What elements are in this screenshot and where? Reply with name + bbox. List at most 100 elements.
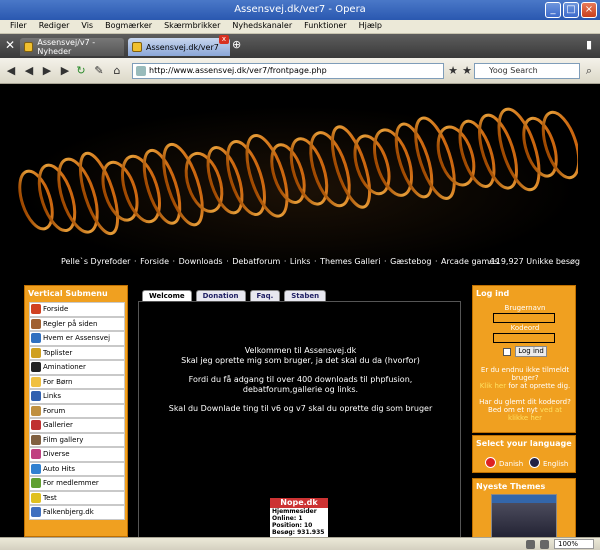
- danish-link[interactable]: Danish: [499, 460, 523, 468]
- binoculars-icon[interactable]: ⌕: [582, 64, 596, 78]
- submenu-item[interactable]: For medlemmer: [29, 476, 125, 491]
- submenu-item-label: Gallerier: [43, 421, 73, 430]
- language-title: Select your language: [476, 439, 572, 448]
- rating-star-icon[interactable]: ★: [460, 64, 474, 78]
- reload-icon[interactable]: ↻: [74, 64, 88, 78]
- tab-faq[interactable]: Faq.: [249, 290, 281, 301]
- submenu-item-label: Toplister: [43, 348, 73, 357]
- menu-nyhedskanaler[interactable]: Nyhedskanaler: [226, 20, 298, 33]
- submenu-item[interactable]: Aminationer: [29, 360, 125, 375]
- nope-counter-widget[interactable]: Nope.dk Hjemmesider Online: 1 Position: …: [269, 497, 329, 537]
- welcome-text: Velkommen til Assensvej.dk Skal jeg opre…: [139, 346, 462, 423]
- nav-links[interactable]: Links: [289, 257, 312, 266]
- tab-welcome[interactable]: Welcome: [142, 290, 192, 301]
- language-panel: Select your language Danish English: [472, 435, 576, 473]
- network-icon[interactable]: [526, 540, 535, 549]
- new-tab-icon[interactable]: ⊕: [232, 38, 241, 51]
- submenu-item[interactable]: Auto Hits: [29, 461, 125, 476]
- remember-checkbox[interactable]: [503, 348, 511, 356]
- address-toolbar: ◀ ◀ ▶ ▶ ↻ ✎ ⌂ http://www.assensvej.dk/ve…: [0, 58, 600, 84]
- theme-thumbnail[interactable]: [491, 494, 557, 537]
- submenu-item-icon: [31, 507, 41, 518]
- submenu-item-icon: [31, 347, 41, 358]
- nav-forside[interactable]: Forside: [139, 257, 170, 266]
- welcome-heading: Velkommen til Assensvej.dk: [244, 346, 357, 355]
- content-tabs: Welcome Donation Faq. Staben: [142, 290, 327, 301]
- image-toggle-icon[interactable]: [540, 540, 549, 549]
- submenu-item[interactable]: Regler på siden: [29, 316, 125, 331]
- submenu-item[interactable]: For Børn: [29, 374, 125, 389]
- username-label: Brugernavn: [504, 304, 546, 312]
- search-placeholder: Yoog Search: [489, 66, 538, 75]
- menu-vis[interactable]: Vis: [75, 20, 99, 33]
- menu-funktioner[interactable]: Funktioner: [298, 20, 352, 33]
- submenu-item[interactable]: Gallerier: [29, 418, 125, 433]
- status-bar: 100%: [0, 537, 600, 550]
- site-banner: [18, 105, 578, 260]
- submenu-item[interactable]: Hvem er Assensvej: [29, 331, 125, 346]
- tab-donation[interactable]: Donation: [195, 290, 246, 301]
- english-flag-icon[interactable]: [529, 457, 540, 468]
- tab-nyheder[interactable]: Assensvej/v7 - Nyheder: [20, 38, 124, 56]
- danish-flag-icon[interactable]: [485, 457, 496, 468]
- nav-gaestebog[interactable]: Gæstebog: [389, 257, 432, 266]
- submenu-item-label: Links: [43, 392, 61, 401]
- wand-icon[interactable]: ✎: [92, 64, 106, 78]
- password-input[interactable]: [493, 333, 555, 343]
- counter-visits: Besøg: 931.935: [272, 529, 325, 536]
- submenu-item[interactable]: Falkenbjerg.dk: [29, 505, 125, 520]
- submenu-item-icon: [31, 376, 41, 387]
- tab-label: Assensvej.dk/ver7: [146, 42, 219, 52]
- fast-forward-icon[interactable]: ▶: [58, 64, 72, 78]
- bookmark-star-icon[interactable]: ★: [446, 64, 460, 78]
- submenu-item[interactable]: Diverse: [29, 447, 125, 462]
- minimize-button[interactable]: _: [545, 2, 561, 18]
- english-link[interactable]: English: [543, 460, 568, 468]
- tab-staben[interactable]: Staben: [284, 290, 327, 301]
- nav-dyrefoder[interactable]: Pelle`s Dyrefoder: [60, 257, 131, 266]
- submenu-item-label: For Børn: [43, 377, 73, 386]
- submenu-item-label: Falkenbjerg.dk: [43, 508, 94, 517]
- username-input[interactable]: [493, 313, 555, 323]
- back-icon[interactable]: ◀: [4, 64, 18, 78]
- menu-rediger[interactable]: Rediger: [33, 20, 76, 33]
- page-viewport: Pelle`s Dyrefoder · Forside · Downloads …: [0, 85, 600, 537]
- close-window-button[interactable]: ×: [581, 2, 597, 18]
- submenu-item[interactable]: Links: [29, 389, 125, 404]
- search-input[interactable]: Yoog Search: [474, 63, 580, 79]
- submenu-item-label: Regler på siden: [43, 319, 98, 328]
- close-tab-icon[interactable]: x: [219, 35, 229, 44]
- submenu-item-label: Aminationer: [43, 363, 86, 372]
- submenu-item-icon: [31, 420, 41, 431]
- submenu-item-label: Auto Hits: [43, 464, 76, 473]
- page-favicon-icon: [24, 42, 34, 52]
- themes-title: Nyeste Themes: [476, 482, 546, 491]
- submenu-item[interactable]: Film gallery: [29, 432, 125, 447]
- menu-hjaelp[interactable]: Hjælp: [353, 20, 388, 33]
- tab-assensvej[interactable]: Assensvej.dk/ver7: [128, 38, 230, 56]
- submenu-item[interactable]: Test: [29, 490, 125, 505]
- maximize-button[interactable]: □: [563, 2, 579, 18]
- submenu-item-icon: [31, 492, 41, 503]
- submenu-item[interactable]: Forside: [29, 302, 125, 317]
- submenu-item-icon: [31, 362, 41, 373]
- nav-themes-galleri[interactable]: Themes Galleri: [319, 257, 381, 266]
- forgot-prefix: Bed om et nyt: [487, 406, 538, 414]
- register-link[interactable]: Klik her: [480, 382, 506, 390]
- login-button[interactable]: Log ind: [515, 346, 547, 357]
- nav-downloads[interactable]: Downloads: [178, 257, 224, 266]
- submenu-item-icon: [31, 449, 41, 460]
- menu-bogmaerker[interactable]: Bogmærker: [99, 20, 158, 33]
- home-icon[interactable]: ⌂: [110, 64, 124, 78]
- submenu-item[interactable]: Toplister: [29, 345, 125, 360]
- tools-icon[interactable]: ✕: [5, 38, 15, 52]
- forward-icon[interactable]: ▶: [40, 64, 54, 78]
- zoom-select[interactable]: 100%: [554, 539, 594, 549]
- nav-debatforum[interactable]: Debatforum: [231, 257, 281, 266]
- menu-filer[interactable]: Filer: [4, 20, 33, 33]
- submenu-item[interactable]: Forum: [29, 403, 125, 418]
- menu-skaermbrikker[interactable]: Skærmbrikker: [158, 20, 226, 33]
- rewind-icon[interactable]: ◀: [22, 64, 36, 78]
- trash-icon[interactable]: ▮: [586, 38, 592, 51]
- address-input[interactable]: http://www.assensvej.dk/ver7/frontpage.p…: [132, 63, 444, 79]
